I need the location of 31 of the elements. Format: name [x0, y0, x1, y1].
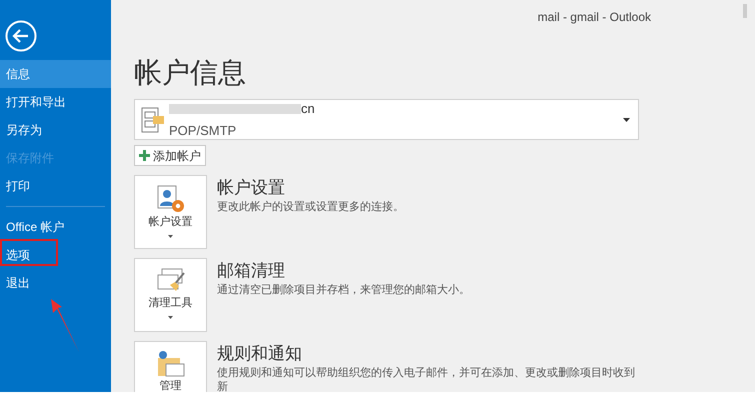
menu-item[interactable]: 打开和导出 [0, 88, 111, 116]
section-description: 使用规则和通知可以帮助组织您的传入电子邮件，并可在添加、更改或删除项目时收到 [217, 366, 635, 380]
menu-item[interactable]: 退出 [0, 269, 111, 297]
person-gear-icon [156, 184, 186, 214]
menu-item[interactable]: 打印 [0, 172, 111, 200]
tile-button[interactable]: 帐户设置 [134, 175, 207, 249]
scrollbar [743, 4, 747, 18]
section-description: 新 [217, 381, 229, 392]
section-description: 更改此帐户的设置或设置更多的连接。 [217, 200, 404, 215]
folder-envelope-icon [156, 350, 186, 378]
menu-item[interactable]: 选项 [0, 241, 111, 269]
caret-icon [168, 234, 173, 238]
tile-button[interactable]: 管理 [134, 341, 207, 392]
caret-icon [623, 118, 630, 122]
plus-icon [139, 150, 150, 161]
menu-item[interactable]: Office 帐户 [0, 213, 111, 241]
window-title: mail - gmail - Outlook [538, 9, 651, 26]
menu-item[interactable]: 信息 [0, 60, 111, 88]
section-title: 帐户设置 [217, 177, 286, 199]
add-account-button[interactable]: 添加帐户 [134, 145, 206, 166]
menu-item[interactable]: 另存为 [0, 116, 111, 144]
section-title: 邮箱清理 [217, 260, 286, 282]
account-dropdown[interactable]: cn POP/SMTP [134, 99, 639, 140]
section-title: 规则和通知 [217, 343, 303, 365]
tile-button[interactable]: 清理工具 [134, 258, 207, 332]
account-type: POP/SMTP [169, 122, 238, 140]
section-description: 通过清空已删除项目并存档，来管理您的邮箱大小。 [217, 282, 470, 298]
page-heading: 帐户信息 [134, 56, 247, 90]
account-icon [141, 106, 165, 134]
caret-icon [168, 316, 173, 318]
account-address: cn [301, 100, 315, 118]
